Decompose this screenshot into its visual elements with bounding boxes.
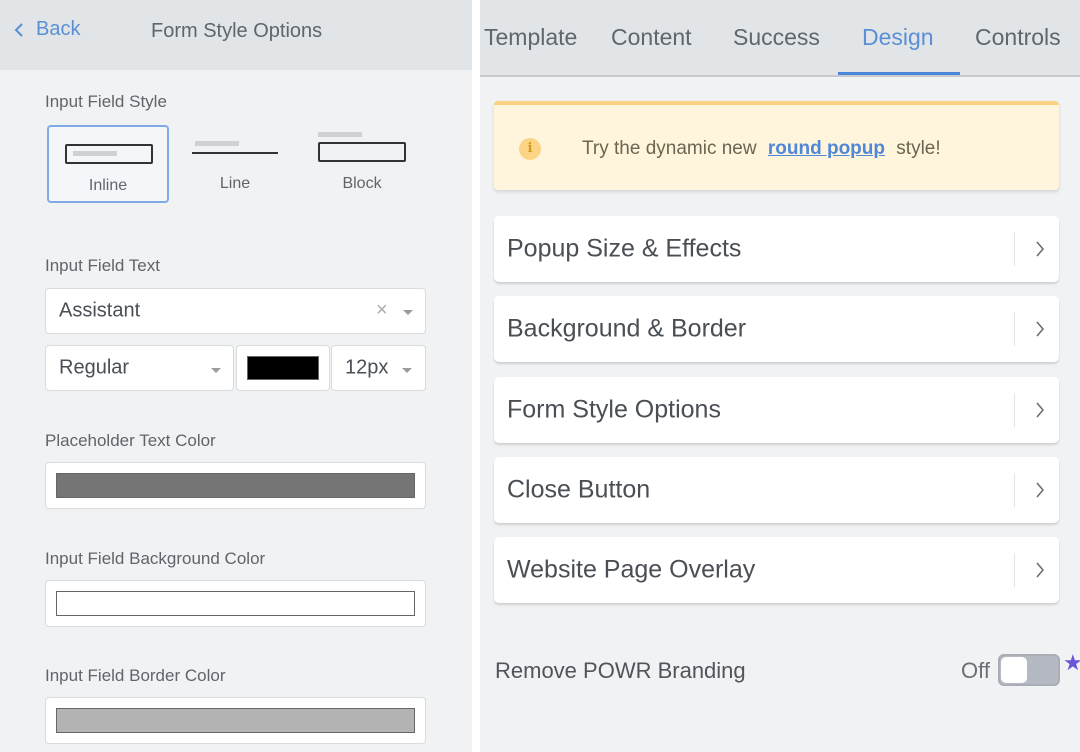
font-family-value: Assistant: [59, 299, 141, 322]
tab-success[interactable]: Success: [733, 24, 820, 51]
text-color-swatch: [247, 356, 319, 380]
divider: [1014, 473, 1015, 507]
tab-controls[interactable]: Controls: [975, 24, 1061, 51]
font-weight-value: Regular: [59, 356, 130, 379]
section-website-page-overlay[interactable]: Website Page Overlay: [494, 537, 1059, 603]
back-button[interactable]: Back: [14, 18, 80, 41]
tab-content[interactable]: Content: [611, 24, 692, 51]
notice-suffix: style!: [896, 138, 941, 159]
input-field-background-color-label: Input Field Background Color: [45, 549, 266, 568]
style-option-label: Line: [219, 175, 251, 192]
input-field-style-label: Input Field Style: [45, 92, 167, 111]
tab-template[interactable]: Template: [484, 24, 577, 51]
style-option-inline[interactable]: Inline: [47, 125, 169, 203]
section-background-border[interactable]: Background & Border: [494, 296, 1059, 362]
section-label: Website Page Overlay: [507, 555, 756, 584]
section-label: Popup Size & Effects: [507, 234, 742, 263]
font-weight-select[interactable]: Regular: [45, 345, 234, 391]
active-tab-indicator: [838, 72, 960, 75]
inline-style-icon: [65, 144, 153, 164]
chevron-down-icon: [403, 310, 413, 315]
chevron-left-icon: [14, 22, 23, 37]
font-size-select[interactable]: 12px: [331, 345, 426, 391]
notice-prefix: Try the dynamic new: [582, 138, 757, 159]
back-label: Back: [36, 18, 81, 40]
font-family-select[interactable]: Assistant ×: [45, 288, 426, 334]
placeholder-text-color-label: Placeholder Text Color: [45, 431, 216, 450]
chevron-right-icon: [1036, 321, 1045, 337]
input-background-color-picker[interactable]: [45, 580, 426, 627]
section-label: Close Button: [507, 475, 651, 504]
input-field-text-label: Input Field Text: [45, 256, 160, 275]
round-popup-notice: i Try the dynamic new round popup style!: [494, 101, 1059, 190]
text-color-picker[interactable]: [236, 345, 330, 391]
tab-design[interactable]: Design: [862, 24, 934, 51]
style-option-label: Inline: [88, 177, 128, 194]
panel-title: Form Style Options: [151, 20, 323, 42]
chevron-right-icon: [1036, 241, 1045, 257]
line-style-icon: [192, 141, 280, 157]
placeholder-text-color-picker[interactable]: [45, 462, 426, 509]
info-icon: i: [519, 138, 541, 160]
notice-message: Try the dynamic new round popup style!: [582, 138, 941, 160]
block-style-icon: [318, 132, 408, 164]
remove-branding-label: Remove POWR Branding: [495, 658, 746, 683]
input-border-color-picker[interactable]: [45, 697, 426, 744]
chevron-right-icon: [1036, 482, 1045, 498]
style-option-line[interactable]: Line: [174, 125, 296, 203]
premium-star-icon: ★: [1063, 650, 1080, 675]
design-panel: Template Content Success Design Controls…: [480, 0, 1080, 752]
style-option-label: Block: [342, 175, 382, 192]
chevron-right-icon: [1036, 402, 1045, 418]
toggle-knob: [1001, 657, 1027, 683]
section-close-button[interactable]: Close Button: [494, 457, 1059, 523]
placeholder-color-swatch: [56, 473, 415, 498]
divider: [1014, 232, 1015, 266]
style-option-block[interactable]: Block: [301, 125, 423, 203]
form-style-options-panel: Back Form Style Options Input Field Styl…: [0, 0, 472, 752]
input-field-border-color-label: Input Field Border Color: [45, 666, 226, 685]
divider: [1014, 393, 1015, 427]
section-popup-size-effects[interactable]: Popup Size & Effects: [494, 216, 1059, 282]
section-label: Form Style Options: [507, 395, 721, 424]
background-color-swatch: [56, 591, 415, 616]
section-form-style-options[interactable]: Form Style Options: [494, 377, 1059, 443]
chevron-down-icon: [211, 368, 221, 373]
border-color-swatch: [56, 708, 415, 733]
clear-icon[interactable]: ×: [376, 299, 388, 322]
divider: [1014, 553, 1015, 587]
font-size-value: 12px: [345, 356, 389, 379]
round-popup-link[interactable]: round popup: [768, 138, 885, 159]
panel-header: Back Form Style Options: [0, 0, 472, 70]
divider: [1014, 312, 1015, 346]
tab-bar: Template Content Success Design Controls: [480, 0, 1080, 77]
toggle-state-label: Off: [961, 658, 990, 683]
chevron-right-icon: [1036, 562, 1045, 578]
remove-branding-toggle[interactable]: [998, 654, 1060, 686]
section-label: Background & Border: [507, 314, 747, 343]
chevron-down-icon: [402, 368, 412, 373]
